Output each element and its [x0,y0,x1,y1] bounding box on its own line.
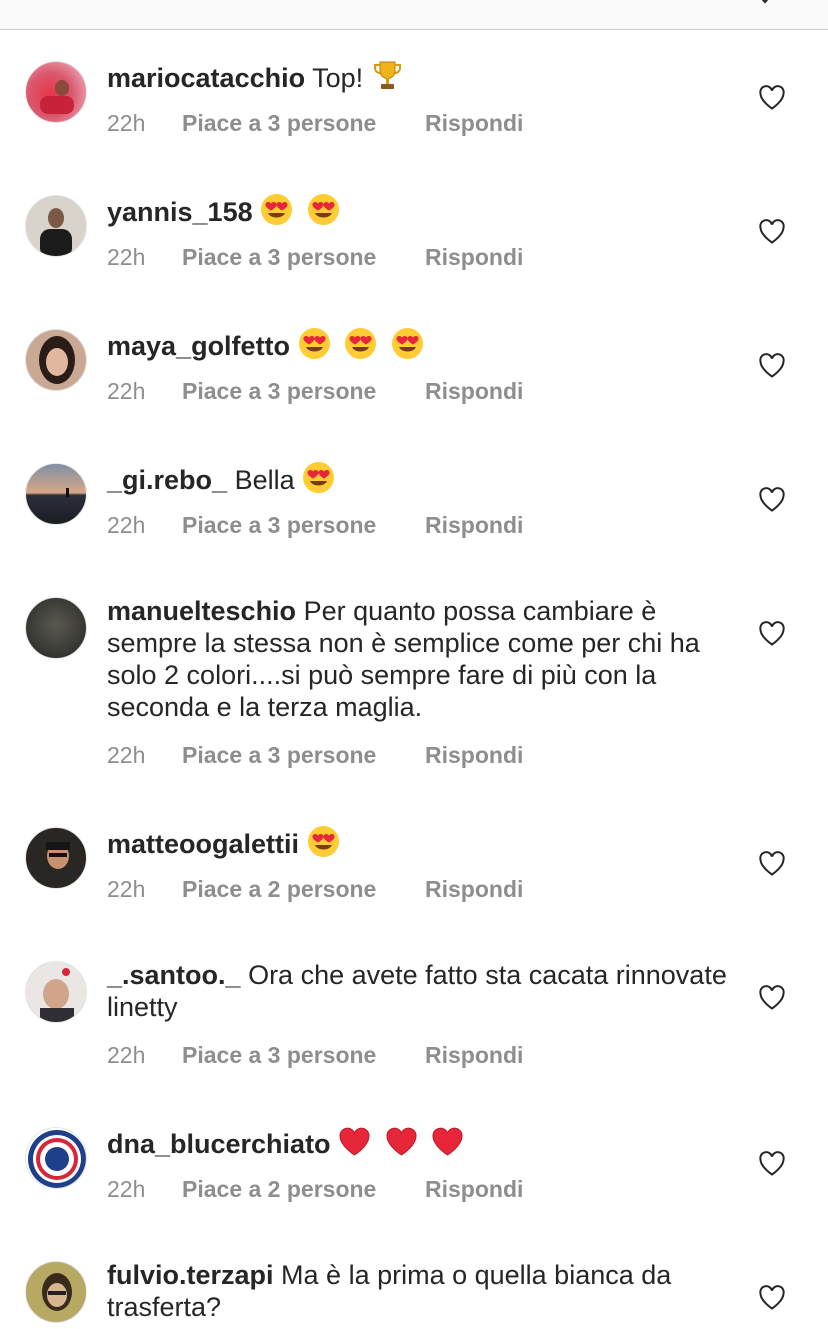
comment-text: yannis_158 [107,193,727,228]
heart-eyes-emoji-icon [261,194,293,225]
avatar[interactable] [25,329,87,391]
red-heart-emoji-icon [386,1127,417,1156]
avatar[interactable] [25,597,87,659]
comment-text: mariocatacchio Top! [107,59,727,94]
comment-text: dna_blucerchiato [107,1125,727,1160]
heart-outline-icon[interactable] [758,219,786,245]
reply-button[interactable]: Rispondi [425,1039,523,1071]
comment-username[interactable]: fulvio.terzapi [107,1260,274,1290]
comment-username[interactable]: manuelteschio [107,596,296,626]
heart-outline-icon[interactable] [758,353,786,379]
comment-likes[interactable]: Piace a 2 persone [182,873,376,905]
red-heart-emoji-icon [339,1127,370,1156]
comment-text: _.santoo._ Ora che avete fatto sta cacat… [107,959,727,1023]
heart-eyes-emoji-icon [345,328,377,359]
top-bar [0,0,828,30]
avatar[interactable] [25,827,87,889]
comment-likes[interactable]: Piace a 3 persone [182,375,376,407]
heart-outline-icon[interactable] [758,1285,786,1311]
comment-message: Top! [312,63,364,93]
comment-text: _gi.rebo_ Bella [107,461,727,496]
comment-likes[interactable]: Piace a 3 persone [182,509,376,541]
comment-username[interactable]: maya_golfetto [107,331,290,361]
comment-likes[interactable]: Piace a 3 persone [182,1039,376,1071]
comment-text: maya_golfetto [107,327,727,362]
comment-message: Bella [234,465,295,495]
reply-button[interactable]: Rispondi [425,739,523,771]
comment-username[interactable]: matteoogalettii [107,829,299,859]
heart-outline-icon[interactable] [758,851,786,877]
heart-eyes-emoji-icon [298,328,330,359]
reply-button[interactable]: Rispondi [425,509,523,541]
comment-likes[interactable]: Piace a 2 persone [182,1173,376,1205]
comment-username[interactable]: mariocatacchio [107,63,305,93]
heart-eyes-emoji-icon [307,826,339,857]
comment-text: manuelteschio Per quanto possa cambiare … [107,595,727,723]
heart-outline-icon[interactable] [758,1151,786,1177]
red-heart-emoji-icon [432,1127,463,1156]
avatar[interactable] [25,1127,87,1189]
avatar[interactable] [25,961,87,1023]
heart-outline-icon[interactable] [758,621,786,647]
avatar[interactable] [25,61,87,123]
reply-button[interactable]: Rispondi [425,1173,523,1205]
avatar[interactable] [25,1261,87,1323]
comment-time: 22h [107,1042,146,1068]
reply-button[interactable]: Rispondi [425,241,523,273]
avatar[interactable] [25,463,87,525]
reply-button[interactable]: Rispondi [425,375,523,407]
comment-username[interactable]: _gi.rebo_ [107,465,227,495]
comment-username[interactable]: dna_blucerchiato [107,1129,331,1159]
comment-text: matteoogalettii [107,825,727,860]
comment-likes[interactable]: Piace a 3 persone [182,739,376,771]
comment-likes[interactable]: Piace a 3 persone [182,241,376,273]
comment-username[interactable]: yannis_158 [107,197,253,227]
heart-outline-icon[interactable] [758,985,786,1011]
heart-eyes-emoji-icon [303,462,335,493]
comment-time: 22h [107,244,146,270]
heart-eyes-emoji-icon [307,194,339,225]
comment-time: 22h [107,378,146,404]
heart-eyes-emoji-icon [391,328,423,359]
heart-outline-icon[interactable] [758,85,786,111]
trophy-emoji-icon [373,61,401,89]
reply-button[interactable]: Rispondi [425,873,523,905]
chevron-down-icon[interactable] [755,0,775,6]
comment-username[interactable]: _.santoo._ [107,960,241,990]
heart-outline-icon[interactable] [758,487,786,513]
comment-time: 22h [107,742,146,768]
comment-time: 22h [107,512,146,538]
reply-button[interactable]: Rispondi [425,107,523,139]
comment-time: 22h [107,1176,146,1202]
comment-text: fulvio.terzapi Ma è la prima o quella bi… [107,1259,727,1323]
comment-time: 22h [107,110,146,136]
avatar[interactable] [25,195,87,257]
comment-time: 22h [107,876,146,902]
comment-likes[interactable]: Piace a 3 persone [182,107,376,139]
